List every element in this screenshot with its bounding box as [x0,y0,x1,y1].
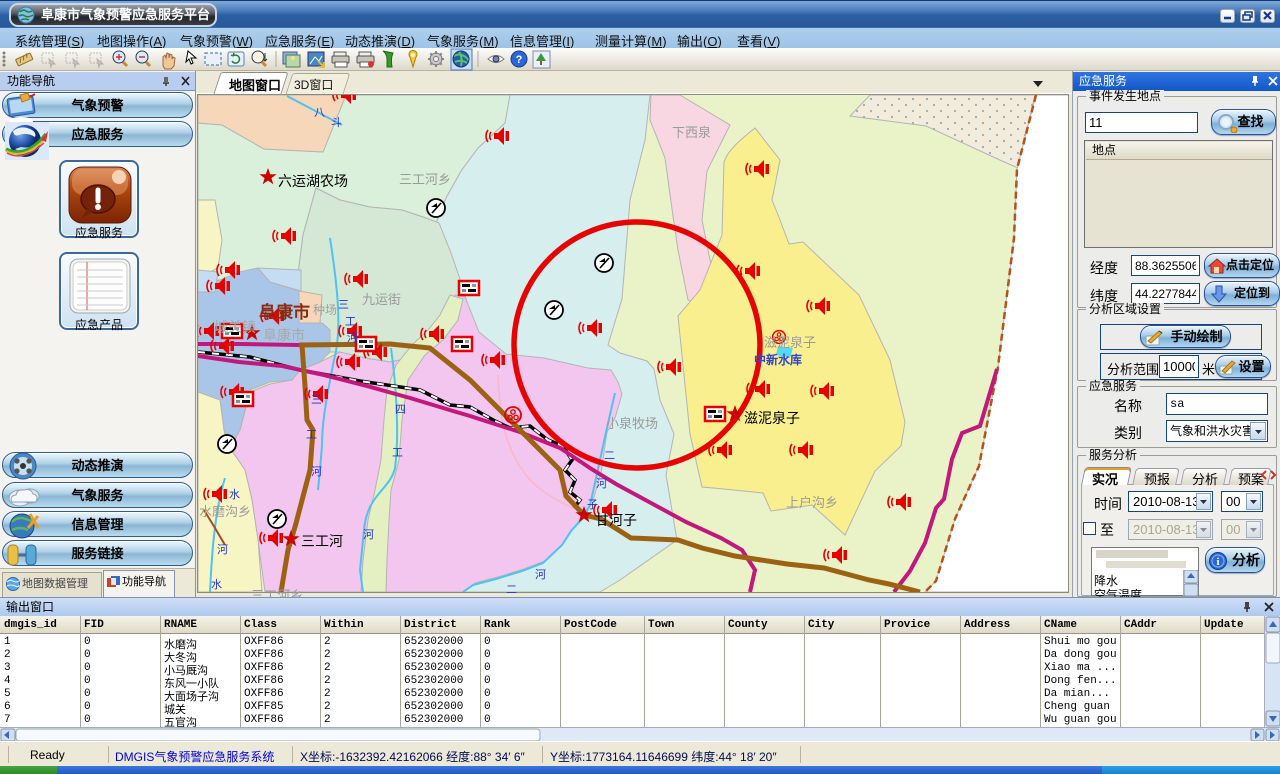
svg-text:i: i [1216,556,1219,568]
svg-text:?: ? [516,54,523,66]
